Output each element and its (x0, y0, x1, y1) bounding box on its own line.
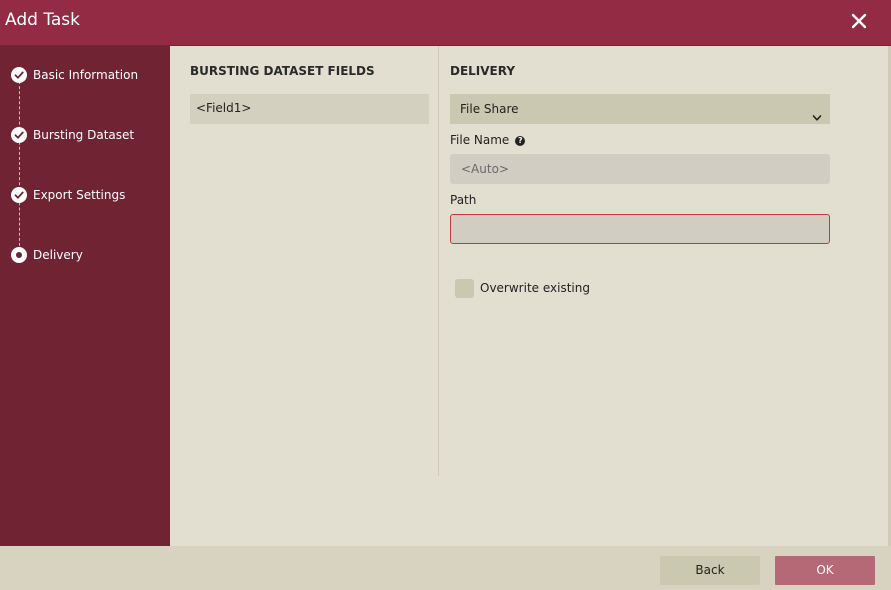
help-icon[interactable]: ? (515, 136, 526, 146)
overwrite-existing-option[interactable]: Overwrite existing (455, 278, 590, 298)
ok-button[interactable]: OK (775, 556, 875, 585)
file-name-label-row: File Name? (450, 133, 526, 147)
path-label: Path (450, 193, 477, 207)
path-input[interactable] (450, 214, 830, 244)
current-step-icon (11, 247, 27, 263)
delivery-title: DELIVERY (450, 64, 516, 78)
wizard-steps-sidebar: Basic Information Bursting Dataset Expor… (0, 46, 170, 546)
step-delivery[interactable]: Delivery (11, 246, 83, 264)
dialog-footer: Back OK (0, 546, 891, 590)
step-label: Bursting Dataset (33, 128, 135, 142)
step-basic-information[interactable]: Basic Information (11, 66, 138, 84)
step-bursting-dataset[interactable]: Bursting Dataset (11, 126, 134, 144)
step-label: Delivery (33, 248, 83, 262)
fields-panel-title: BURSTING DATASET FIELDS (190, 64, 375, 78)
check-icon (11, 127, 27, 143)
back-button[interactable]: Back (660, 556, 760, 585)
panel-divider (438, 46, 439, 476)
dialog-content: BURSTING DATASET FIELDS <Field1> DELIVER… (170, 46, 891, 546)
check-icon (11, 187, 27, 203)
close-icon[interactable] (849, 11, 869, 31)
step-label: Basic Information (33, 68, 139, 82)
step-export-settings[interactable]: Export Settings (11, 186, 125, 204)
delivery-method-value: File Share (460, 102, 519, 116)
dataset-field-item[interactable]: <Field1> (190, 94, 429, 124)
overwrite-label: Overwrite existing (480, 281, 590, 295)
add-task-dialog: Add Task Basic Information Bursting Data… (0, 0, 891, 590)
delivery-method-select[interactable]: File Share (450, 94, 830, 124)
check-icon (11, 67, 27, 83)
chevron-down-icon (812, 104, 822, 121)
dialog-titlebar: Add Task (0, 0, 891, 46)
file-name-input[interactable] (450, 154, 830, 184)
steps-connector (19, 76, 20, 256)
step-label: Export Settings (33, 188, 126, 202)
dialog-title: Add Task (5, 10, 81, 30)
file-name-label: File Name (450, 133, 510, 147)
overwrite-checkbox[interactable] (455, 278, 474, 298)
